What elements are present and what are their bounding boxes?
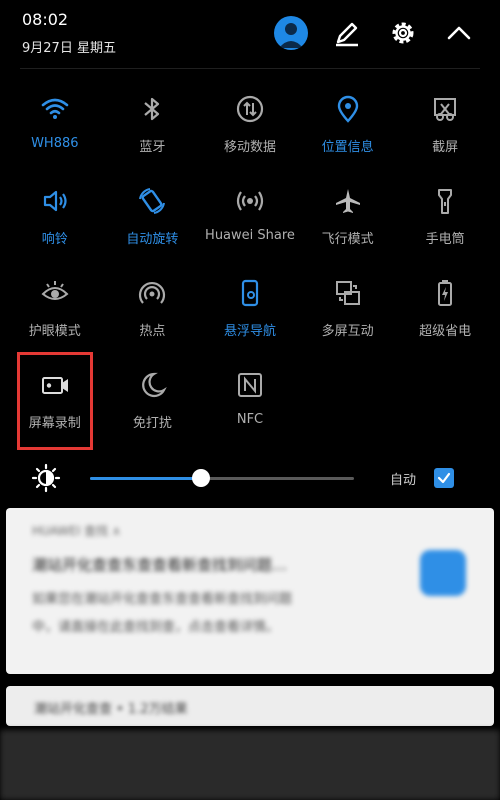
tile-label: WH886 bbox=[31, 136, 79, 151]
tile-location[interactable]: 位置信息 bbox=[299, 86, 397, 160]
tile-label: 蓝牙 bbox=[139, 140, 166, 155]
tile-label: 自动旋转 bbox=[126, 232, 179, 247]
tile-label: 悬浮导航 bbox=[223, 324, 276, 339]
tile-do-not-disturb[interactable]: 免打扰 bbox=[104, 362, 202, 436]
screenshot-icon bbox=[428, 92, 462, 126]
notification-title: 潮站开化查查东查查看新查找到问题… bbox=[32, 556, 288, 574]
ring-icon bbox=[38, 184, 72, 218]
search-text: 潮站开化查查 • 1.2万结果 bbox=[34, 702, 188, 717]
auto-brightness-label: 自动 bbox=[390, 472, 417, 488]
mobile-data-icon bbox=[233, 92, 267, 126]
divider bbox=[20, 68, 480, 69]
tile-power-saving[interactable]: 超级省电 bbox=[396, 270, 494, 344]
brightness-row: 自动 bbox=[30, 462, 470, 494]
eye-icon bbox=[38, 276, 72, 310]
status-bar: 08:02 9月27日 星期五 bbox=[22, 10, 116, 56]
airplane-icon bbox=[331, 184, 365, 218]
tile-label: 热点 bbox=[139, 324, 166, 339]
battery-icon bbox=[428, 276, 462, 310]
float-nav-icon bbox=[233, 276, 267, 310]
nfc-icon bbox=[233, 368, 267, 402]
avatar[interactable] bbox=[274, 16, 308, 50]
hotspot-icon bbox=[135, 276, 169, 310]
tile-label: 超级省电 bbox=[419, 324, 472, 339]
flashlight-icon bbox=[428, 184, 462, 218]
app-icon bbox=[420, 550, 466, 596]
tile-eye-comfort[interactable]: 护眼模式 bbox=[6, 270, 104, 344]
tile-label: 护眼模式 bbox=[28, 324, 81, 339]
tile-multiscreen[interactable]: 多屏互动 bbox=[299, 270, 397, 344]
clock: 08:02 bbox=[22, 10, 69, 29]
tile-label: Huawei Share bbox=[205, 228, 295, 243]
tile-label: 移动数据 bbox=[223, 140, 276, 155]
chevron-up-icon[interactable] bbox=[442, 16, 476, 50]
auto-brightness-checkbox[interactable] bbox=[434, 468, 454, 488]
tile-auto-rotate[interactable]: 自动旋转 bbox=[104, 178, 202, 252]
tile-ring[interactable]: 响铃 bbox=[6, 178, 104, 252]
tile-screenshot[interactable]: 截屏 bbox=[396, 86, 494, 160]
moon-icon bbox=[135, 368, 169, 402]
tile-label: 多屏互动 bbox=[321, 324, 374, 339]
tile-label: 飞行模式 bbox=[321, 232, 374, 247]
tile-huawei-share[interactable]: Huawei Share bbox=[201, 178, 299, 252]
brightness-icon bbox=[30, 462, 62, 494]
notification-card[interactable]: HUAWEI 查找 ∧ 潮站开化查查东查查看新查找到问题… 如果您在潮站开化查查… bbox=[6, 508, 494, 674]
date: 9月27日 星期五 bbox=[22, 41, 116, 56]
notification-app: HUAWEI 查找 ∧ bbox=[32, 524, 121, 538]
blurred-home-icons bbox=[0, 730, 500, 800]
tile-label: 位置信息 bbox=[321, 140, 374, 155]
tile-label: 手电筒 bbox=[425, 232, 465, 247]
bluetooth-icon bbox=[135, 92, 169, 126]
tile-flashlight[interactable]: 手电筒 bbox=[396, 178, 494, 252]
notification-body-1: 如果您在潮站开化查查东查查看新查找到问题 bbox=[32, 592, 293, 607]
brightness-knob[interactable] bbox=[191, 468, 210, 487]
tile-label: 响铃 bbox=[41, 232, 68, 247]
tile-airplane[interactable]: 飞行模式 bbox=[299, 178, 397, 252]
multiscreen-icon bbox=[331, 276, 365, 310]
tile-label: 免打扰 bbox=[132, 416, 172, 431]
user-icon bbox=[279, 23, 303, 48]
notification-body-2: 中，请直接在此查找到查，点击查看详情。 bbox=[32, 620, 280, 635]
brightness-fill bbox=[90, 476, 201, 480]
highlight-box bbox=[17, 352, 93, 450]
share-icon bbox=[233, 184, 267, 218]
gear-icon[interactable] bbox=[386, 16, 420, 50]
tile-mobile-data[interactable]: 移动数据 bbox=[201, 86, 299, 160]
tile-label: NFC bbox=[236, 412, 264, 427]
location-icon bbox=[331, 92, 365, 126]
check-icon bbox=[437, 472, 451, 484]
tile-label: 截屏 bbox=[432, 140, 459, 155]
tile-wifi[interactable]: WH886 bbox=[6, 86, 104, 160]
brightness-slider[interactable] bbox=[90, 468, 354, 487]
tile-nfc[interactable]: NFC bbox=[201, 362, 299, 436]
rotate-icon bbox=[135, 184, 169, 218]
top-actions bbox=[274, 16, 476, 50]
tile-bluetooth[interactable]: 蓝牙 bbox=[104, 86, 202, 160]
tile-hotspot[interactable]: 热点 bbox=[104, 270, 202, 344]
edit-icon[interactable] bbox=[330, 16, 364, 50]
tile-float-nav[interactable]: 悬浮导航 bbox=[201, 270, 299, 344]
search-suggestion[interactable]: 潮站开化查查 • 1.2万结果 bbox=[6, 686, 494, 726]
wifi-icon bbox=[38, 92, 72, 126]
